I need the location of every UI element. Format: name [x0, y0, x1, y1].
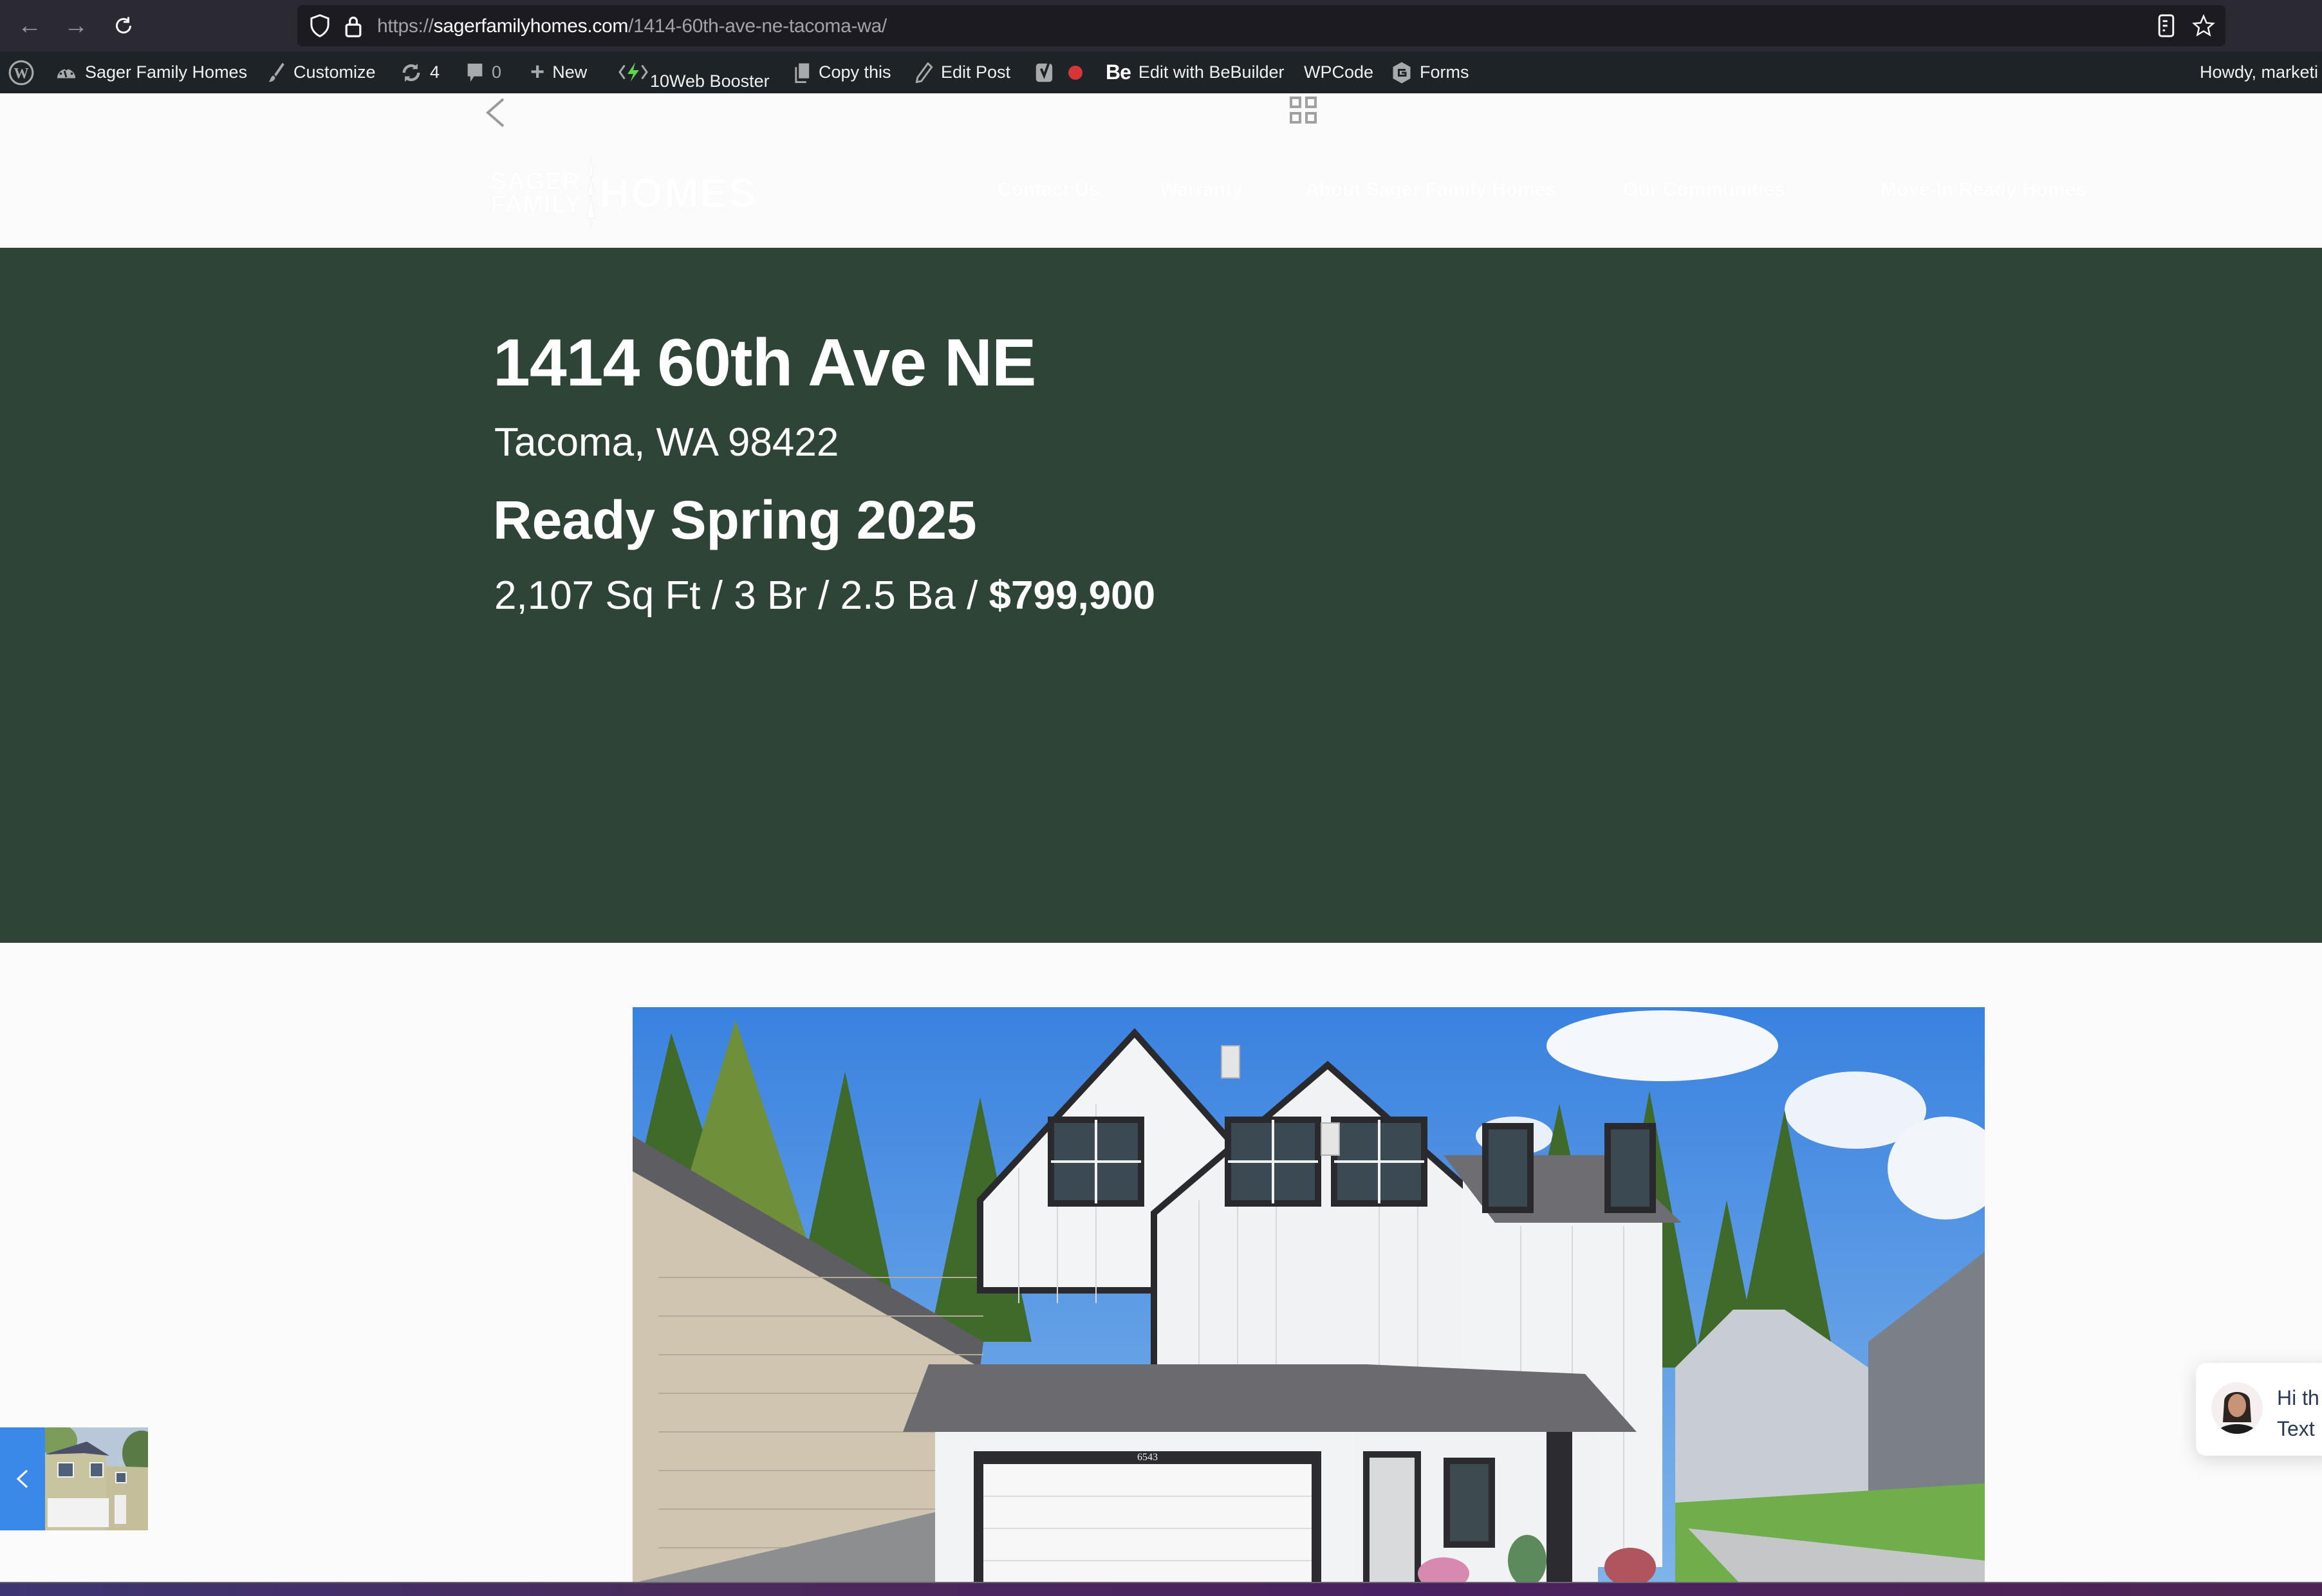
wp-comments-link[interactable]: 0	[466, 51, 501, 93]
wp-wpcode-menu[interactable]: WPCode	[1304, 51, 1373, 93]
copy-this-label: Copy this	[819, 62, 891, 82]
bebuilder-label: Edit with BeBuilder	[1138, 62, 1285, 82]
nav-warranty[interactable]: Warranty	[1160, 179, 1243, 201]
forms-label: Forms	[1420, 62, 1469, 82]
url-path: /1414-60th-ave-ne-tacoma-wa/	[628, 15, 887, 37]
comment-bubble-icon	[466, 62, 484, 84]
plus-icon: +	[530, 59, 545, 86]
chat-message-line-2: Text	[2277, 1417, 2315, 1440]
listing-specs: 2,107 Sq Ft / 3 Br / 2.5 Ba / $799,900	[494, 573, 1155, 618]
photo-thumbnail[interactable]	[45, 1427, 148, 1530]
chat-message: Hi th Text	[2277, 1382, 2319, 1444]
updates-count: 4	[430, 62, 440, 82]
chat-widget[interactable]: Hi th Text	[2196, 1363, 2322, 1456]
nav-move-in-ready[interactable]: Move-In Ready Homes	[1881, 179, 2086, 201]
os-dock-edge	[0, 1582, 2322, 1596]
wp-logo-menu[interactable]: W	[8, 51, 35, 93]
nav-our-communities-label: Our Communities	[1623, 179, 1785, 200]
house-number: 6543	[1137, 1452, 1158, 1463]
url-domain: sagerfamilyhomes.com	[433, 15, 629, 37]
nav-our-communities[interactable]: Our Communities ↓	[1623, 179, 1817, 201]
listing-specs-text: 2,107 Sq Ft / 3 Br / 2.5 Ba /	[494, 573, 989, 618]
customize-label: Customize	[293, 62, 376, 82]
nav-contact-us[interactable]: Contact Us	[998, 179, 1099, 201]
back-arrow-icon[interactable]: ←	[15, 12, 44, 40]
yoast-seo-icon	[1035, 60, 1055, 85]
url-scheme: https://	[377, 15, 434, 37]
wp-10web-booster-menu[interactable]: 10Web Booster	[618, 55, 770, 97]
listing-availability: Ready Spring 2025	[493, 490, 977, 550]
wp-admin-bar: W Sager Family Homes Customize 4 0 + New…	[0, 51, 2322, 93]
site-header	[0, 93, 2322, 248]
main-navigation: Contact Us Warranty About Sager Family H…	[0, 179, 2322, 211]
wp-forms-menu[interactable]: Forms	[1391, 51, 1469, 93]
wp-copy-this-link[interactable]: Copy this	[794, 51, 891, 93]
gravity-forms-icon	[1391, 61, 1412, 84]
edit-post-label: Edit Post	[941, 62, 1011, 82]
bookmark-star-icon[interactable]	[2192, 14, 2215, 37]
booster-label: 10Web Booster	[650, 71, 770, 91]
back-chevron-icon[interactable]	[484, 98, 506, 127]
wp-yoast-seo-menu[interactable]	[1035, 51, 1082, 93]
updates-refresh-icon	[400, 62, 422, 84]
thumbnail-prev-button[interactable]	[0, 1427, 45, 1530]
new-label: New	[552, 62, 588, 82]
url-text[interactable]: https://sagerfamilyhomes.com/1414-60th-a…	[377, 15, 887, 37]
howdy-user-label: Howdy, marketi	[2200, 62, 2319, 82]
wp-bebuilder-link[interactable]: Be Edit with BeBuilder	[1106, 51, 1285, 93]
dashboard-gauge-icon	[55, 62, 77, 84]
chat-message-line-1: Hi th	[2277, 1386, 2319, 1409]
grid-view-icon[interactable]	[1290, 97, 1319, 126]
address-bar[interactable]: https://sagerfamilyhomes.com/1414-60th-a…	[297, 5, 2225, 46]
seo-status-dot	[1068, 65, 1082, 80]
lightning-bolt-icon	[618, 61, 649, 83]
pencil-icon	[915, 62, 933, 83]
forward-arrow-icon[interactable]: →	[62, 12, 90, 40]
dropdown-arrow-icon: ↓	[1807, 179, 1817, 200]
main-listing-photo[interactable]: 6543	[633, 1007, 1985, 1583]
site-name-label: Sager Family Homes	[85, 62, 248, 82]
wp-edit-post-link[interactable]: Edit Post	[915, 51, 1010, 93]
nav-about[interactable]: About Sager Family Homes	[1305, 179, 1556, 201]
wp-site-name-menu[interactable]: Sager Family Homes	[55, 51, 247, 93]
bebuilder-logo-icon: Be	[1106, 60, 1131, 84]
listing-city: Tacoma, WA 98422	[494, 420, 839, 465]
agent-avatar	[2211, 1382, 2263, 1434]
chevron-left-icon	[16, 1469, 28, 1489]
lock-icon[interactable]	[344, 14, 367, 37]
wordpress-logo-icon: W	[8, 59, 35, 86]
wp-account-menu[interactable]: Howdy, marketi	[2200, 51, 2318, 93]
listing-address: 1414 60th Ave NE	[493, 326, 1036, 400]
reload-icon[interactable]	[109, 12, 138, 40]
wp-updates-link[interactable]: 4	[400, 51, 440, 93]
wp-new-content-menu[interactable]: + New	[530, 51, 587, 93]
wp-customize-link[interactable]: Customize	[266, 51, 376, 93]
listing-hero	[0, 248, 2322, 943]
browser-toolbar: ← → https://sagerfamilyhomes.com/1414-60…	[0, 0, 2322, 51]
copy-icon	[794, 62, 811, 83]
reader-view-icon[interactable]	[2157, 14, 2180, 37]
svg-text:W: W	[14, 64, 28, 81]
shield-icon[interactable]	[309, 14, 332, 38]
paintbrush-icon	[266, 62, 286, 84]
comments-count: 0	[492, 62, 502, 82]
listing-price: $799,900	[989, 573, 1156, 618]
wpcode-label: WPCode	[1304, 62, 1374, 82]
